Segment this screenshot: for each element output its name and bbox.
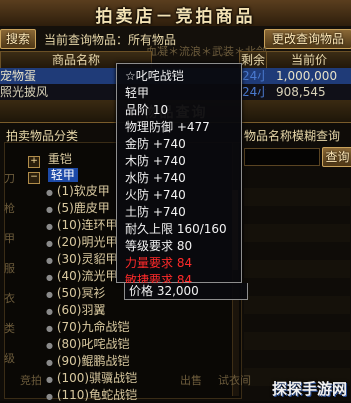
row-time: 24小时 xyxy=(242,85,266,99)
row-price: 908,545 xyxy=(276,85,326,99)
fuzzy-search-input[interactable] xyxy=(244,148,320,166)
tooltip-line: 木防 +740 xyxy=(125,154,186,168)
collapse-minus-icon[interactable]: − xyxy=(28,172,40,184)
tree-item[interactable]: ● (90)鲲鹏战铠 xyxy=(46,352,137,369)
bullet-icon: ● xyxy=(46,341,53,350)
tooltip-line: 金防 +740 xyxy=(125,137,186,151)
right-decorative-area xyxy=(244,170,350,396)
row-name: 宠物蛋 xyxy=(0,69,37,83)
tooltip-line: 土防 +740 xyxy=(125,205,186,219)
row-price: 1,000,000 xyxy=(276,69,338,83)
bullet-icon: ● xyxy=(46,273,53,282)
bullet-icon: ● xyxy=(46,324,53,333)
watermark: 探探手游网 xyxy=(271,380,347,398)
tooltip-line: 火防 +740 xyxy=(125,188,186,202)
bullet-icon: ● xyxy=(46,222,53,231)
bullet-icon: ● xyxy=(46,239,53,248)
tree-item[interactable]: ● (100)骐骥战铠 xyxy=(46,369,137,386)
bullet-icon: ● xyxy=(46,392,53,401)
tooltip-item-name: ☆叱咤战铠 xyxy=(125,69,184,83)
query-button[interactable]: 查询 xyxy=(322,147,351,167)
column-header-price[interactable]: 当前价 xyxy=(266,51,351,69)
tooltip-line-red: 力量要求 84 xyxy=(125,256,193,270)
change-query-button[interactable]: 更改查询物品 xyxy=(264,29,351,49)
bullet-icon: ● xyxy=(46,188,53,197)
item-tooltip: ☆叱咤战铠 轻甲 品阶 10 物理防御 +477 金防 +740 木防 +740… xyxy=(116,63,242,287)
row-name: 照光披风 xyxy=(0,85,49,99)
tree-item[interactable]: ● (80)叱咤战铠 xyxy=(46,335,137,352)
bullet-icon: ● xyxy=(46,205,53,214)
tooltip-line: 耐久上限 160/160 xyxy=(125,222,227,236)
tooltip-line: 物理防御 +477 xyxy=(125,120,210,134)
tree-faint-left: 刀 枪 甲 服 衣 类 级 xyxy=(4,172,15,365)
tooltip-line: 等级要求 80 xyxy=(125,239,193,253)
tooltip-item-type: 轻甲 xyxy=(125,86,150,100)
bullet-icon: ● xyxy=(46,375,53,384)
window-title: 拍卖店－竞拍商品 xyxy=(95,7,256,27)
tree-item[interactable]: ● (110)龟蛇战铠 xyxy=(46,386,137,403)
fuzzy-search-label: 物品名称模糊查询 xyxy=(244,129,341,143)
tree-item[interactable]: ● (60)羽翼 xyxy=(46,301,137,318)
bottom-faint-tab: 竞拍 xyxy=(20,374,42,387)
row-time: 24小时 xyxy=(242,69,266,83)
tooltip-line: 水防 +740 xyxy=(125,171,186,185)
column-header-time[interactable]: 剩余时间 xyxy=(239,51,267,69)
search-button[interactable]: 搜索 xyxy=(0,29,36,49)
bottom-faint-tab: 试衣间 xyxy=(218,374,251,387)
bullet-icon: ● xyxy=(46,307,53,316)
bullet-icon: ● xyxy=(46,256,53,265)
bottom-faint-tab: 出售 xyxy=(180,374,202,387)
tooltip-price: 价格 32,000 xyxy=(124,283,248,300)
bullet-icon: ● xyxy=(46,290,53,299)
tooltip-line: 品阶 10 xyxy=(125,103,169,117)
bullet-icon: ● xyxy=(46,358,53,367)
tree-item[interactable]: ● (70)九命战铠 xyxy=(46,318,137,335)
